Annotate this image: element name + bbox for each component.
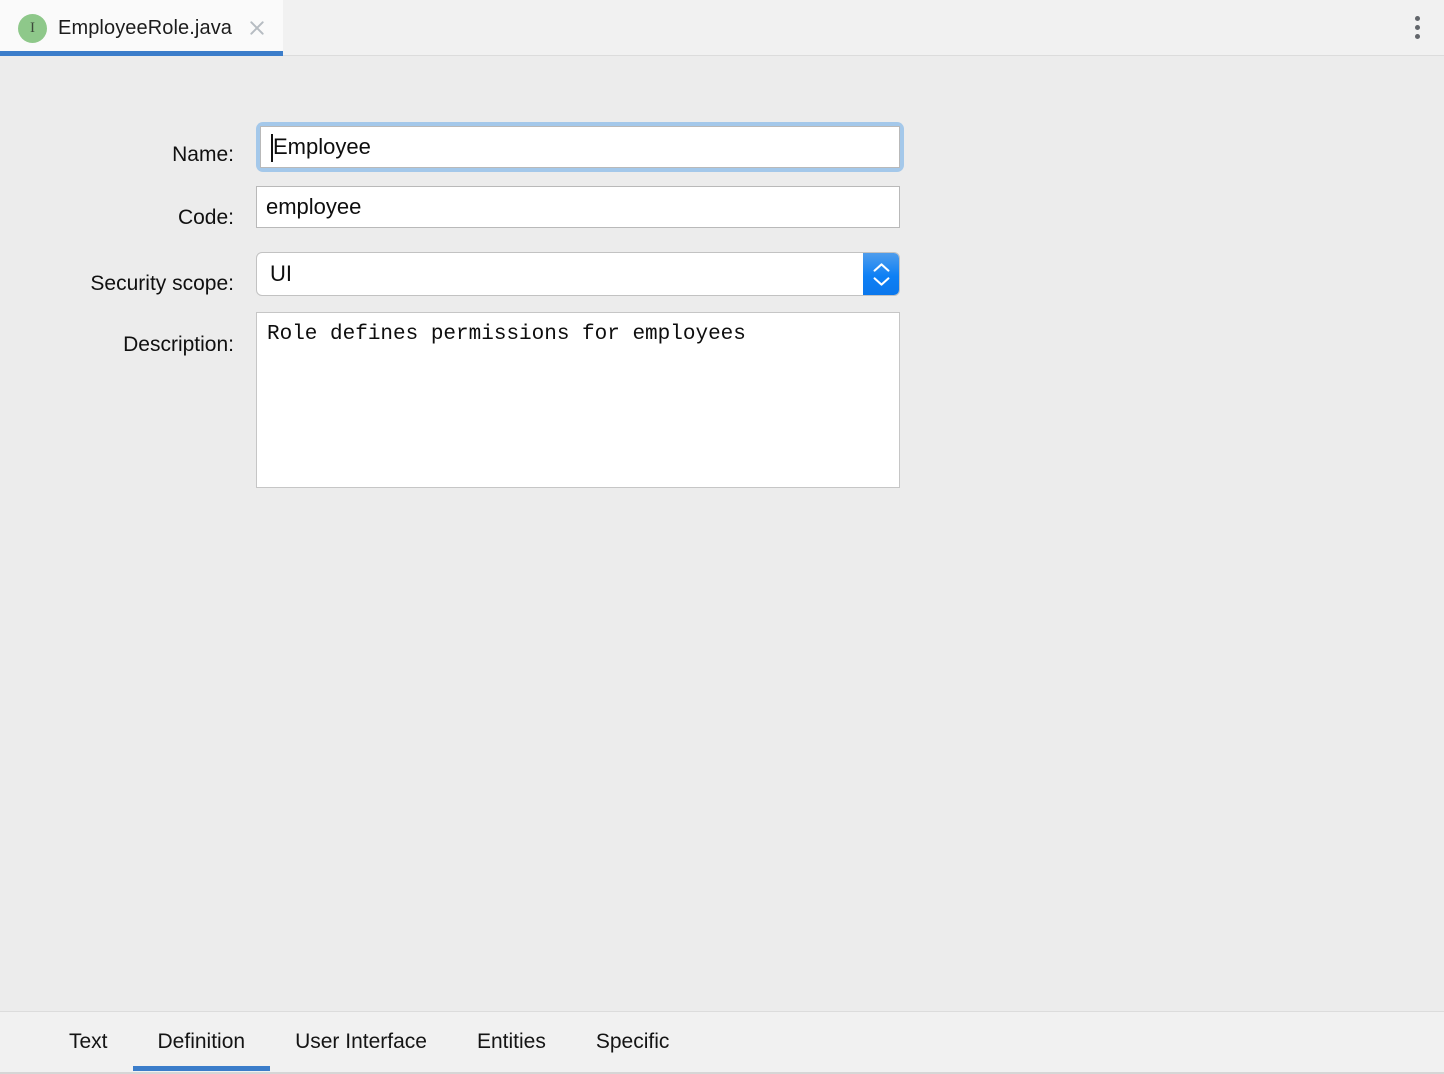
interface-java-icon: I: [18, 13, 47, 43]
tab-definition-label: Definition: [157, 1030, 246, 1053]
form-row-description: Description: Role defines permissions fo…: [60, 312, 900, 488]
chevron-up-icon: [873, 262, 889, 272]
name-label: Name:: [172, 143, 234, 166]
security-scope-value: UI: [270, 261, 292, 286]
definition-form-panel: Name: Employee Code: employee Security s…: [0, 56, 1444, 1011]
more-vertical-icon[interactable]: [1390, 0, 1444, 55]
name-input-value: Employee: [273, 134, 371, 159]
tab-entities[interactable]: Entities: [452, 1012, 571, 1072]
description-label: Description:: [123, 333, 234, 356]
tab-definition[interactable]: Definition: [132, 1012, 271, 1072]
name-input[interactable]: Employee: [260, 126, 900, 168]
form-row-name: Name: Employee: [60, 122, 904, 172]
tab-text-label: Text: [69, 1030, 108, 1053]
code-input-value: employee: [266, 194, 362, 219]
form-row-security-scope: Security scope: UI: [60, 252, 900, 296]
tab-specific-label: Specific: [595, 1030, 670, 1053]
form-row-code: Code: employee: [60, 186, 900, 228]
security-scope-label: Security scope:: [90, 272, 234, 295]
tab-user-interface-label: User Interface: [295, 1030, 427, 1053]
security-scope-select[interactable]: UI: [256, 252, 900, 296]
code-input[interactable]: employee: [256, 186, 900, 228]
dot-2: [1414, 25, 1420, 30]
editor-tab-label: EmployeeRole.java: [58, 16, 233, 39]
chevron-down-icon: [873, 276, 889, 286]
tab-text[interactable]: Text: [44, 1012, 133, 1072]
tab-specific[interactable]: Specific: [571, 1012, 695, 1072]
bottom-tab-bar: Text Definition User Interface Entities …: [0, 1011, 1444, 1074]
close-icon[interactable]: [245, 16, 269, 40]
name-field-focus-ring: Employee: [256, 122, 904, 172]
tab-entities-label: Entities: [476, 1030, 546, 1053]
editor-tab-employeerole-java[interactable]: I EmployeeRole.java: [0, 0, 284, 56]
text-caret: [271, 134, 273, 162]
tab-user-interface[interactable]: User Interface: [270, 1012, 452, 1072]
stepper-up-down-icon[interactable]: [863, 253, 899, 295]
dot-1: [1414, 16, 1420, 21]
dot-3: [1414, 34, 1420, 39]
security-scope-select-wrapper: UI: [256, 252, 900, 296]
editor-tab-bar: I EmployeeRole.java: [0, 0, 1444, 56]
description-textarea[interactable]: Role defines permissions for employees: [256, 312, 900, 488]
code-label: Code:: [177, 206, 234, 229]
tab-bar-spacer: [283, 0, 1390, 55]
